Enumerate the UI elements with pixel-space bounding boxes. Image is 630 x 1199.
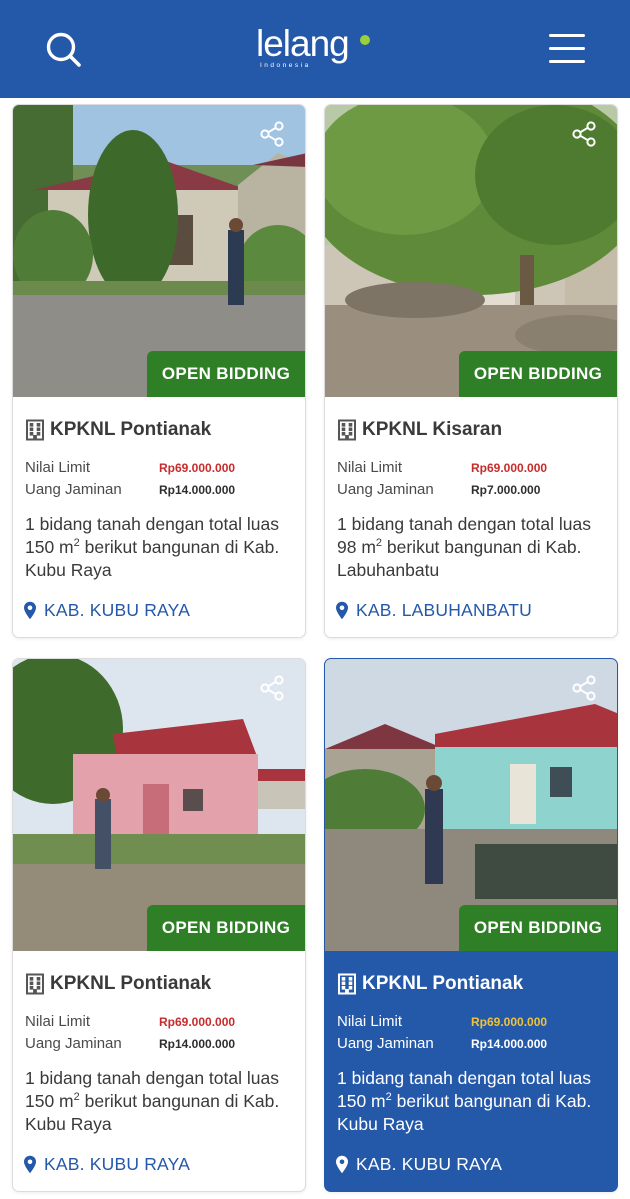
hamburger-menu-icon: [549, 47, 585, 50]
location-text: KAB. KUBU RAYA: [44, 599, 191, 620]
search-button[interactable]: [42, 28, 86, 72]
uang-jaminan-value: Rp14.000.000: [159, 483, 236, 497]
search-icon: [46, 32, 81, 67]
auction-listing-card-4[interactable]: OPEN BIDDING KPKNL Pontianak Nilai Limit…: [324, 658, 618, 1192]
logo-text: lelang: [256, 23, 350, 64]
location-pin-icon: [24, 1155, 36, 1173]
uang-jaminan-label: Uang Jaminan: [337, 1035, 434, 1052]
location-text: KAB. LABUHANBATU: [356, 599, 532, 620]
building-icon: [338, 419, 356, 441]
share-icon: [572, 675, 596, 701]
nilai-limit-label: Nilai Limit: [337, 459, 403, 476]
auction-listing-card-3[interactable]: OPEN BIDDING KPKNL Pontianak Nilai Limit…: [12, 658, 306, 1192]
property-description: 1 bidang tanah dengan total luas 98 m2 b…: [337, 514, 591, 580]
office-title: KPKNL Pontianak: [25, 417, 211, 443]
location-pin-icon: [336, 1155, 348, 1173]
location-pin-icon: [336, 601, 348, 619]
nilai-limit-label: Nilai Limit: [25, 1013, 91, 1030]
office-name: KPKNL Kisaran: [362, 419, 503, 440]
location-link[interactable]: KAB. KUBU RAYA: [23, 599, 190, 621]
menu-button[interactable]: [546, 32, 588, 66]
uang-jaminan-value: Rp14.000.000: [159, 1037, 236, 1051]
open-bidding-badge: OPEN BIDDING: [147, 905, 305, 951]
office-title: KPKNL Pontianak: [337, 971, 523, 997]
office-title: KPKNL Pontianak: [25, 971, 211, 997]
auction-listing-card-2[interactable]: OPEN BIDDING KPKNL Kisaran Nilai Limit R…: [324, 104, 618, 638]
property-description: 1 bidang tanah dengan total luas 150 m2 …: [337, 1068, 592, 1134]
open-bidding-badge: OPEN BIDDING: [459, 905, 617, 951]
uang-jaminan-value: Rp14.000.000: [471, 1037, 548, 1051]
location-link[interactable]: KAB. KUBU RAYA: [23, 1153, 190, 1175]
hamburger-menu-icon: [549, 34, 585, 37]
location-text: KAB. KUBU RAYA: [44, 1153, 191, 1174]
lelang-logo[interactable]: lelang Indonesia: [250, 22, 380, 76]
open-bidding-badge: OPEN BIDDING: [147, 351, 305, 397]
share-button[interactable]: [571, 121, 597, 147]
property-description: 1 bidang tanah dengan total luas 150 m2 …: [25, 1068, 280, 1134]
nilai-limit-value: Rp69.000.000: [471, 461, 548, 475]
share-icon: [572, 121, 596, 147]
nilai-limit-label: Nilai Limit: [25, 459, 91, 476]
location-pin-icon: [24, 601, 36, 619]
location-link[interactable]: KAB. KUBU RAYA: [335, 1153, 502, 1175]
uang-jaminan-value: Rp7.000.000: [471, 483, 541, 497]
uang-jaminan-label: Uang Jaminan: [25, 481, 122, 498]
logo-subtext: Indonesia: [260, 62, 311, 69]
auction-listing-card-1[interactable]: OPEN BIDDING KPKNL Pontianak Nilai Limit…: [12, 104, 306, 638]
building-icon: [26, 419, 44, 441]
share-button[interactable]: [259, 675, 285, 701]
nilai-limit-label: Nilai Limit: [337, 1013, 403, 1030]
location-link[interactable]: KAB. LABUHANBATU: [335, 599, 532, 621]
nilai-limit-value: Rp69.000.000: [159, 461, 236, 475]
uang-jaminan-label: Uang Jaminan: [25, 1035, 122, 1052]
nilai-limit-value: Rp69.000.000: [159, 1015, 236, 1029]
share-icon: [260, 121, 284, 147]
office-name: KPKNL Pontianak: [362, 973, 524, 994]
nilai-limit-value: Rp69.000.000: [471, 1015, 548, 1029]
share-button[interactable]: [571, 675, 597, 701]
logo-accent-dot: [360, 35, 370, 45]
office-name: KPKNL Pontianak: [50, 419, 212, 440]
share-button[interactable]: [259, 121, 285, 147]
hamburger-menu-icon: [549, 60, 585, 63]
building-icon: [338, 973, 356, 995]
location-text: KAB. KUBU RAYA: [356, 1153, 503, 1174]
uang-jaminan-label: Uang Jaminan: [337, 481, 434, 498]
office-title: KPKNL Kisaran: [337, 417, 502, 443]
share-icon: [260, 675, 284, 701]
office-name: KPKNL Pontianak: [50, 973, 212, 994]
open-bidding-badge: OPEN BIDDING: [459, 351, 617, 397]
building-icon: [26, 973, 44, 995]
top-app-bar: lelang Indonesia: [0, 0, 630, 98]
property-description: 1 bidang tanah dengan total luas 150 m2 …: [25, 514, 280, 580]
